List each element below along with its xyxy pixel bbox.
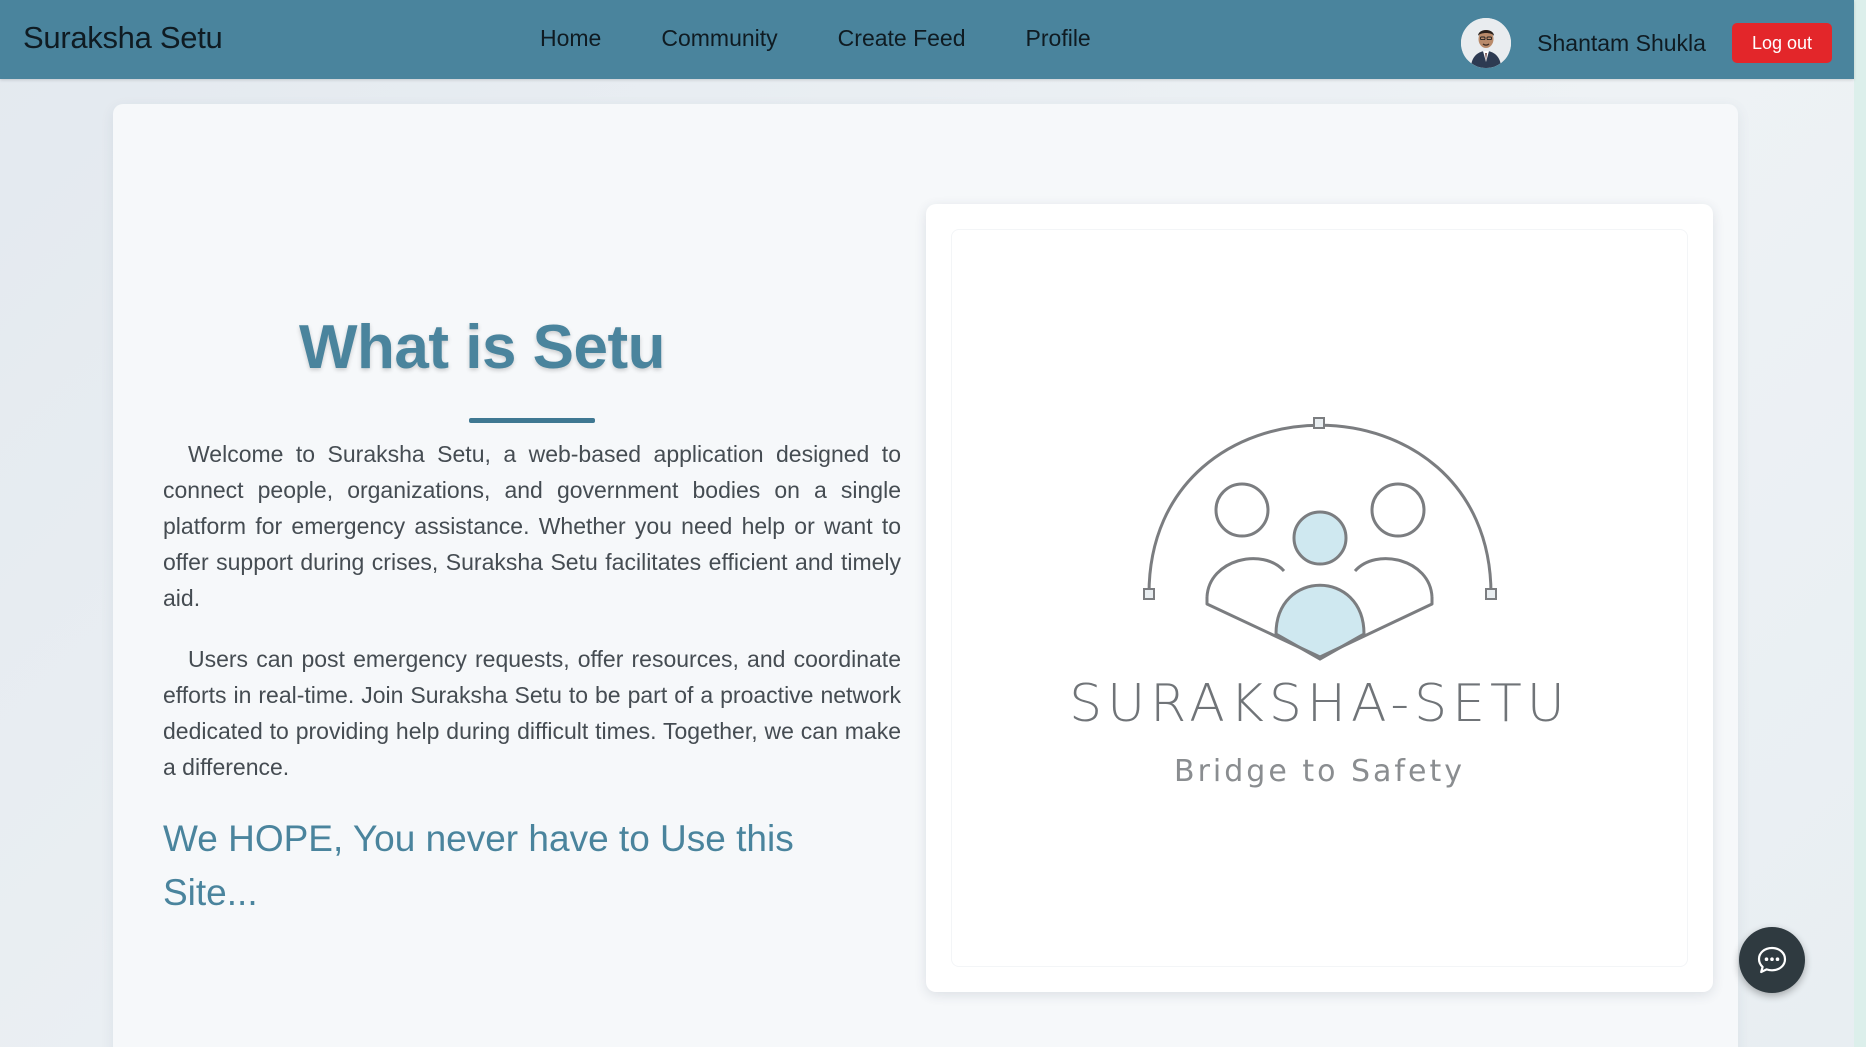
logo-panel: SURAKSHA-SETU Bridge to Safety [926,204,1713,992]
scrollbar-track[interactable] [1854,0,1866,1047]
navbar: Suraksha Setu Home Community Create Feed… [0,0,1854,79]
chat-button[interactable] [1739,927,1805,993]
intro-paragraph: Welcome to Suraksha Setu, a web-based ap… [163,441,901,611]
about-card: What is Setu Welcome to Suraksha Setu, a… [113,104,1738,1047]
logo-title: SURAKSHA-SETU [1069,674,1570,734]
tagline: We HOPE, You never have to Use this Site… [163,818,794,913]
chat-bubble-icon [1757,946,1787,974]
logout-button[interactable]: Log out [1731,23,1832,63]
nav-links: Home Community Create Feed Profile [540,25,1151,52]
nav-item-create-feed[interactable]: Create Feed [838,25,966,52]
brand-logo-text[interactable]: Suraksha Setu [23,20,223,56]
nav-item-profile[interactable]: Profile [1026,25,1091,52]
logo-subtitle: Bridge to Safety [1174,754,1465,789]
features-paragraph: Users can post emergency requests, offer… [163,646,901,780]
logo-container: SURAKSHA-SETU Bridge to Safety [951,229,1688,967]
nav-item-community[interactable]: Community [661,25,777,52]
people-bridge-logo-icon [1143,417,1497,661]
nav-item-home[interactable]: Home [540,25,601,52]
user-avatar-icon[interactable] [1461,18,1512,68]
page: Suraksha Setu Home Community Create Feed… [0,0,1866,1047]
title-underline [469,418,595,423]
user-name[interactable]: Shantam Shukla [1537,30,1706,57]
page-title: What is Setu [298,313,666,382]
user-area: Shantam Shukla Log out [1461,18,1832,68]
